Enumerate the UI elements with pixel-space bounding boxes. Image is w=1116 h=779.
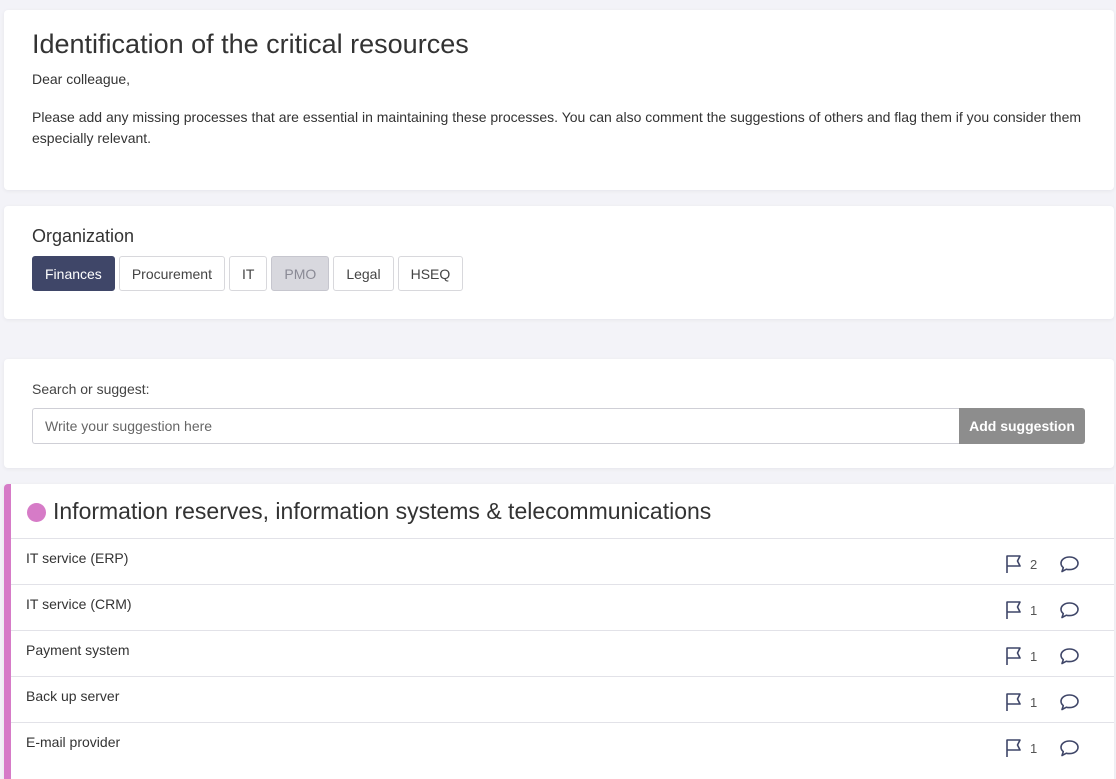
tab-legal[interactable]: Legal: [333, 256, 394, 291]
intro-card: Identification of the critical resources…: [4, 10, 1114, 190]
resource-name: Payment system: [26, 642, 130, 658]
organization-tabs: Finances Procurement IT PMO Legal HSEQ: [32, 256, 1086, 291]
greeting-text: Dear colleague,: [32, 71, 131, 87]
flag-icon[interactable]: [1004, 600, 1024, 620]
page-title: Identification of the critical resources: [32, 29, 469, 59]
comment-icon[interactable]: [1059, 600, 1080, 620]
add-suggestion-button[interactable]: Add suggestion: [959, 408, 1085, 444]
comment-icon[interactable]: [1059, 646, 1080, 666]
category-title: Information reserves, information system…: [53, 498, 712, 524]
flag-count: 1: [1030, 603, 1038, 618]
organization-card: Organization Finances Procurement IT PMO…: [4, 206, 1114, 319]
tab-finances[interactable]: Finances: [32, 256, 115, 291]
flag-count: 1: [1030, 741, 1038, 756]
list-item: IT service (ERP) 2: [11, 538, 1114, 584]
flag-count: 1: [1030, 695, 1038, 710]
search-row: Add suggestion: [32, 408, 1086, 444]
resource-name: Back up server: [26, 688, 120, 704]
flag-count: 2: [1030, 557, 1038, 572]
resource-name: IT service (ERP): [26, 550, 129, 566]
organization-heading: Organization: [32, 226, 135, 246]
flag-count: 1: [1030, 649, 1038, 664]
flag-icon[interactable]: [1004, 554, 1024, 574]
tab-hseq[interactable]: HSEQ: [397, 256, 464, 291]
flag-icon[interactable]: [1004, 738, 1024, 758]
list-item: IT service (CRM) 1: [11, 584, 1114, 630]
tab-pmo[interactable]: PMO: [271, 256, 330, 291]
comment-icon[interactable]: [1059, 738, 1080, 758]
tab-procurement[interactable]: Procurement: [118, 256, 225, 291]
resource-name: E-mail provider: [26, 734, 121, 750]
comment-icon[interactable]: [1059, 554, 1080, 574]
search-label: Search or suggest:: [32, 381, 150, 397]
suggestion-input[interactable]: [32, 408, 959, 444]
flag-icon[interactable]: [1004, 692, 1024, 712]
comment-icon[interactable]: [1059, 692, 1080, 712]
category-header: Information reserves, information system…: [11, 484, 1114, 538]
tab-it[interactable]: IT: [228, 256, 268, 291]
list-item: Payment system 1: [11, 630, 1114, 676]
list-item: E-mail provider 1: [11, 722, 1114, 768]
instructions-text: Please add any missing processes that ar…: [32, 109, 1082, 146]
list-item: Back up server 1: [11, 676, 1114, 722]
category-color-dot: [27, 502, 46, 522]
flag-icon[interactable]: [1004, 646, 1024, 666]
search-card: Search or suggest: Add suggestion: [4, 359, 1114, 468]
resource-name: IT service (CRM): [26, 596, 132, 612]
resource-category-card: Information reserves, information system…: [4, 484, 1114, 779]
